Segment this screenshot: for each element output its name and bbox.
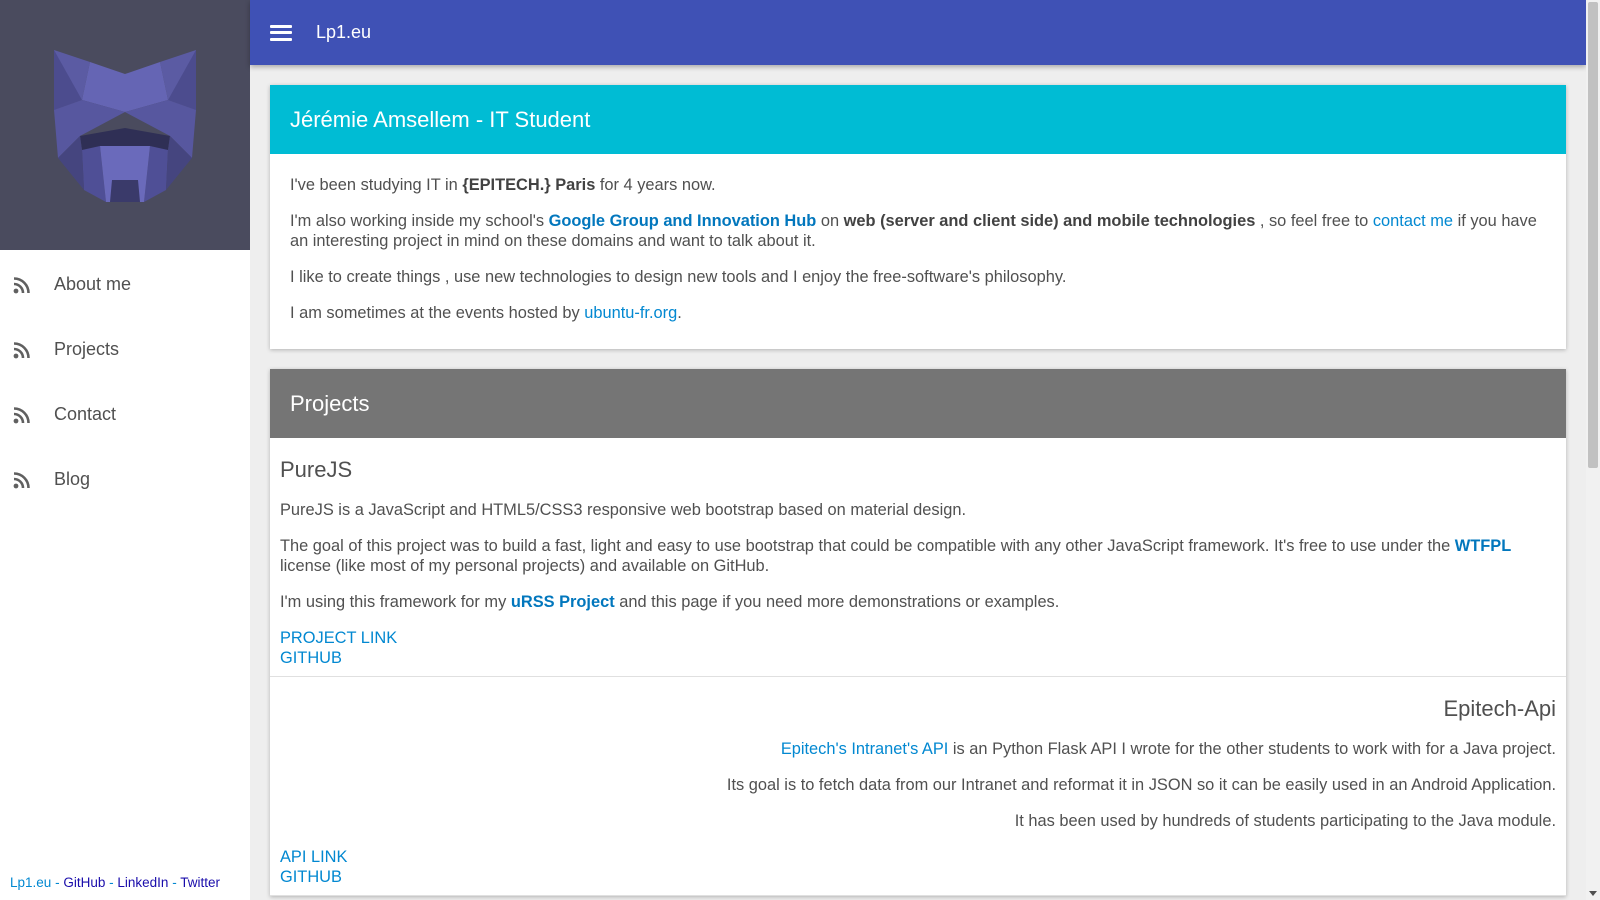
sidebar-footer: Lp1.eu - GitHub - LinkedIn - Twitter: [10, 875, 220, 890]
technologies-text: web (server and client side) and mobile …: [843, 212, 1256, 230]
project-links: API LINK GITHUB: [280, 847, 1556, 887]
project-purejs: PureJS PureJS is a JavaScript and HTML5/…: [270, 438, 1566, 677]
text: , so feel free to: [1255, 212, 1373, 230]
footer-separator: -: [172, 875, 177, 890]
text: .: [677, 304, 682, 322]
github-link-button[interactable]: GITHUB: [280, 648, 1556, 668]
about-paragraph: I like to create things , use new techno…: [290, 268, 1067, 286]
about-card-body: I've been studying IT in {EPITECH.} Pari…: [270, 154, 1566, 349]
api-link-button[interactable]: API LINK: [280, 847, 1556, 867]
school-name: {EPITECH.} Paris: [462, 176, 596, 194]
about-paragraph: I've been studying IT in {EPITECH.} Pari…: [290, 175, 1546, 195]
wolf-logo-icon: [54, 50, 196, 202]
sidebar-item-label: Blog: [54, 469, 91, 489]
google-group-link[interactable]: Google Group and Innovation Hub: [549, 212, 817, 230]
footer-github-link[interactable]: GitHub: [63, 875, 105, 890]
text: I'm using this framework for my: [280, 593, 511, 611]
project-description: The goal of this project was to build a …: [280, 536, 1556, 576]
project-links: PROJECT LINK GITHUB: [280, 628, 1556, 668]
text: I've been studying IT in: [290, 176, 463, 194]
about-card: Jérémie Amsellem - IT Student I've been …: [270, 85, 1566, 349]
project-epitech-api: Epitech-Api Epitech's Intranet's API is …: [270, 677, 1566, 896]
about-card-title: Jérémie Amsellem - IT Student: [270, 85, 1566, 154]
vertical-scrollbar[interactable]: [1586, 0, 1600, 900]
sidebar-item-about-me[interactable]: About me: [0, 252, 250, 317]
project-description: I'm using this framework for my uRSS Pro…: [280, 592, 1556, 612]
project-description: PureJS is a JavaScript and HTML5/CSS3 re…: [280, 501, 967, 519]
sidebar-item-label: Projects: [54, 339, 120, 359]
project-description: Its goal is to fetch data from our Intra…: [726, 776, 1556, 794]
sidebar-item-label: About me: [54, 274, 132, 294]
text: for 4 years now.: [595, 176, 716, 194]
urss-project-link[interactable]: uRSS Project: [511, 593, 615, 611]
project-title: Epitech-Api: [1443, 696, 1556, 721]
project-title: PureJS: [280, 457, 353, 482]
project-link-button[interactable]: PROJECT LINK: [280, 628, 1556, 648]
project-description: It has been used by hundreds of students…: [1014, 812, 1556, 830]
scroll-down-arrow-icon[interactable]: [1589, 891, 1597, 896]
site-title: Lp1.eu: [316, 22, 372, 42]
intranet-api-link[interactable]: Epitech's Intranet's API: [781, 740, 949, 758]
rss-icon: [13, 406, 30, 423]
sidebar-item-contact[interactable]: Contact: [0, 382, 250, 447]
text: I am sometimes at the events hosted by: [290, 304, 585, 322]
projects-card-title: Projects: [270, 369, 1566, 438]
text: is an Python Flask API I wrote for the o…: [948, 740, 1556, 758]
footer-separator: -: [109, 875, 114, 890]
top-app-bar: Lp1.eu: [250, 0, 1586, 65]
rss-icon: [13, 276, 30, 293]
ubuntu-fr-link[interactable]: ubuntu-fr.org: [584, 304, 677, 322]
footer-linkedin-link[interactable]: LinkedIn: [117, 875, 168, 890]
rss-icon: [13, 341, 30, 358]
footer-separator: -: [55, 875, 60, 890]
about-paragraph: I'm also working inside my school's Goog…: [290, 211, 1546, 251]
about-paragraph: I am sometimes at the events hosted by u…: [290, 303, 1546, 323]
scrollbar-thumb[interactable]: [1588, 2, 1598, 468]
hamburger-menu-icon[interactable]: [270, 23, 292, 43]
main-content: Jérémie Amsellem - IT Student I've been …: [270, 85, 1566, 900]
github-link-button[interactable]: GITHUB: [280, 867, 1556, 887]
text: and this page if you need more demonstra…: [614, 593, 1060, 611]
sidebar-item-blog[interactable]: Blog: [0, 447, 250, 512]
footer-home-link[interactable]: Lp1.eu: [10, 875, 51, 890]
sidebar: About me Projects Contact Blog Lp1.eu - …: [0, 0, 250, 900]
sidebar-item-projects[interactable]: Projects: [0, 317, 250, 382]
rss-icon: [13, 471, 30, 488]
sidebar-nav: About me Projects Contact Blog: [0, 250, 250, 512]
text: I'm also working inside my school's: [290, 212, 549, 230]
text: license (like most of my personal projec…: [280, 557, 770, 575]
wtfpl-link[interactable]: WTFPL: [1455, 537, 1511, 555]
footer-twitter-link[interactable]: Twitter: [180, 875, 220, 890]
sidebar-item-label: Contact: [54, 404, 117, 424]
text: on: [816, 212, 844, 230]
project-description: Epitech's Intranet's API is an Python Fl…: [280, 739, 1556, 759]
text: The goal of this project was to build a …: [280, 537, 1455, 555]
contact-me-link[interactable]: contact me: [1373, 212, 1453, 230]
logo-panel: [0, 0, 250, 250]
projects-card: Projects PureJS PureJS is a JavaScript a…: [270, 369, 1566, 896]
